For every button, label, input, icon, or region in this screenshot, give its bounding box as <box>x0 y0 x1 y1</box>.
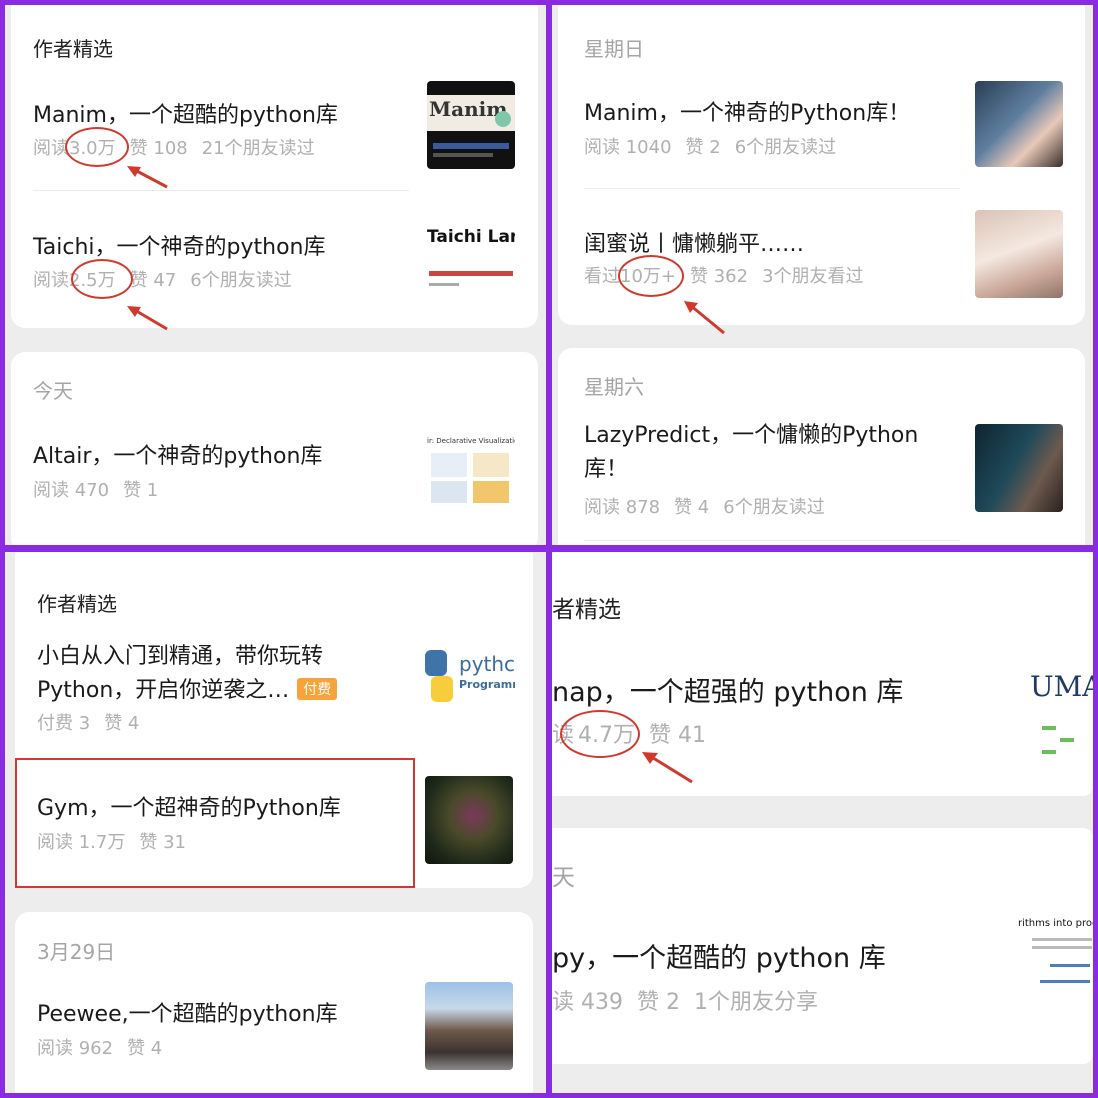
article-title[interactable]: LazyPredict，一个慵懒的Python库！ <box>584 419 944 487</box>
friends-read: 6个朋友读过 <box>190 270 292 291</box>
likes-count: 赞 1 <box>123 480 159 501</box>
section-title: 作者精选 <box>33 37 113 61</box>
article-title[interactable]: Altair，一个神奇的python库 <box>33 438 322 470</box>
panel-top-left: 作者精选 Manim，一个超酷的python库 阅读3.0万赞 108 21个朋友… <box>5 5 546 545</box>
section-title: 者精选 <box>552 597 621 623</box>
likes-count: 赞 108 <box>129 138 188 159</box>
article-thumbnail[interactable]: rithms into prod <box>1018 912 1093 1032</box>
read-count: 阅读 470 <box>33 480 110 501</box>
thumb-text: rithms into prod <box>1018 918 1093 929</box>
article-title[interactable]: Peewee,一个超酷的python库 <box>37 996 338 1028</box>
arrow-icon <box>684 301 725 335</box>
friends-read: 6个朋友读过 <box>723 497 825 518</box>
highlight-circle <box>65 127 129 167</box>
article-thumbnail[interactable]: Taichi Lan <box>427 221 515 305</box>
article-title-line[interactable]: Python，开启你逆袭之… 付费 <box>37 672 338 704</box>
article-thumbnail[interactable]: Manim <box>427 81 515 169</box>
panel-bottom-left: 作者精选 小白从入门到精通，带你玩转 Python，开启你逆袭之… 付费 付费 3… <box>5 552 546 1093</box>
arrow-icon <box>127 166 168 189</box>
thumb-text: ir: Declarative Visualization in P <box>427 437 515 445</box>
divider <box>33 190 409 191</box>
article-meta: 付费 3 赞 4 <box>37 709 153 735</box>
thumb-text: Programm <box>459 678 515 691</box>
section-title: 星期六 <box>584 375 644 399</box>
article-title[interactable]: Gym，一个超神奇的Python库 <box>37 790 341 822</box>
arrow-icon <box>642 752 693 784</box>
arrow-icon <box>127 306 168 331</box>
title-text: Python，开启你逆袭之… <box>37 678 290 703</box>
section-title: 天 <box>552 865 575 891</box>
read-count: 阅读 1.7万 <box>37 832 126 853</box>
read-label: 看过 <box>584 266 620 287</box>
likes-count: 赞 4 <box>674 497 710 518</box>
read-count: 阅读 878 <box>584 497 661 518</box>
read-count: 阅读 962 <box>37 1038 114 1059</box>
article-meta: 阅读 878 赞 4 6个朋友读过 <box>584 493 839 519</box>
thumb-text: UMA <box>1030 670 1093 703</box>
panel-top-right: 星期日 Manim，一个神奇的Python库！ 阅读 1040 赞 2 6个朋友读过… <box>552 5 1093 545</box>
friends-read: 6个朋友读过 <box>734 137 837 158</box>
read-label: 阅读 <box>33 138 69 159</box>
likes-count: 赞 2 <box>685 137 721 158</box>
read-count: 读 439 <box>552 990 623 1015</box>
divider <box>584 540 960 541</box>
article-title[interactable]: Taichi，一个神奇的python库 <box>33 229 326 261</box>
article-thumbnail[interactable] <box>425 982 513 1070</box>
article-title-line[interactable]: 小白从入门到精通，带你玩转 <box>37 638 323 670</box>
read-label: 阅读 <box>33 270 69 291</box>
thumb-text: pythc <box>459 652 515 676</box>
section-title: 作者精选 <box>37 592 117 616</box>
highlight-circle <box>618 255 684 297</box>
divider <box>584 188 960 189</box>
section-title: 3月29日 <box>37 940 116 964</box>
article-thumbnail[interactable]: UMA <box>1028 656 1093 766</box>
article-title[interactable]: 闺蜜说丨慵懒躺平…… <box>584 226 804 258</box>
highlight-circle <box>71 259 133 299</box>
article-thumbnail[interactable] <box>425 776 513 864</box>
article-meta: 读 439 赞 2 1个朋友分享 <box>552 984 832 1016</box>
likes-count: 赞 362 <box>690 266 749 287</box>
likes-count: 赞 41 <box>649 723 707 748</box>
paid-count: 付费 3 <box>37 713 91 734</box>
article-meta: 阅读 962 赞 4 <box>37 1034 176 1060</box>
article-title[interactable]: py，一个超酷的 python 库 <box>552 936 886 975</box>
article-title[interactable]: nap，一个超强的 python 库 <box>552 670 903 709</box>
likes-count: 赞 4 <box>127 1038 163 1059</box>
article-thumbnail[interactable]: pythc Programm <box>423 644 515 714</box>
likes-count: 赞 4 <box>104 713 140 734</box>
highlight-box <box>15 758 415 888</box>
article-title[interactable]: Manim，一个神奇的Python库！ <box>584 95 910 127</box>
thumb-text: Taichi Lan <box>427 227 515 247</box>
likes-count: 赞 2 <box>637 990 680 1015</box>
friends-read: 21个朋友读过 <box>201 138 315 159</box>
python-logo-icon <box>425 650 453 704</box>
section-title: 星期日 <box>584 37 644 61</box>
article-meta: 阅读 470 赞 1 <box>33 476 172 502</box>
likes-count: 赞 31 <box>139 832 186 853</box>
article-thumbnail[interactable]: ir: Declarative Visualization in P <box>427 423 515 511</box>
likes-count: 赞 47 <box>129 270 177 291</box>
friends-read: 3个朋友看过 <box>762 266 864 287</box>
article-title[interactable]: Manim，一个超酷的python库 <box>33 97 338 129</box>
article-thumbnail[interactable] <box>975 424 1063 512</box>
section-title: 今天 <box>33 379 73 403</box>
friends-read: 1个朋友分享 <box>694 990 818 1015</box>
article-thumbnail[interactable] <box>975 210 1063 298</box>
article-thumbnail[interactable] <box>975 81 1063 167</box>
highlight-circle <box>560 710 640 758</box>
read-count: 阅读 1040 <box>584 137 672 158</box>
paid-badge: 付费 <box>297 678 338 700</box>
article-meta: 阅读 1040 赞 2 6个朋友读过 <box>584 133 850 159</box>
article-meta: 阅读 1.7万赞 31 <box>37 828 200 854</box>
panel-bottom-right: 者精选 nap，一个超强的 python 库 读 4.7万赞 41 UMA 天 p… <box>552 552 1093 1093</box>
